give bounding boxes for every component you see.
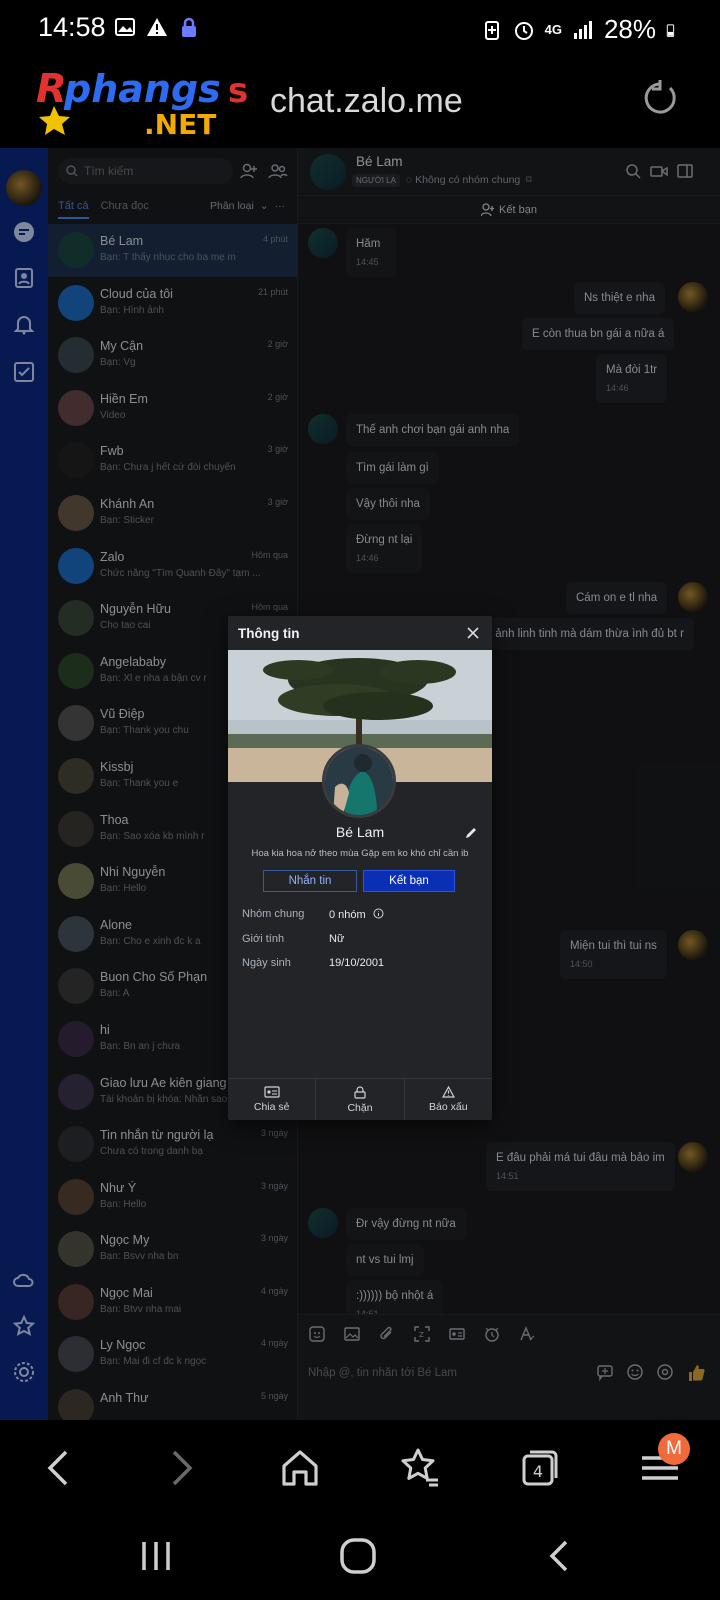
tabs-icon[interactable]: 4	[516, 1444, 564, 1492]
network-type: 4G	[544, 22, 562, 37]
site-logo: R phangs s .NET	[34, 62, 250, 141]
avatar-image	[325, 747, 393, 815]
status-left-icons	[114, 16, 200, 38]
svg-text:.NET: .NET	[144, 108, 216, 140]
recent-apps-icon[interactable]	[136, 1536, 176, 1576]
reload-icon[interactable]	[640, 78, 680, 118]
message-button[interactable]: Nhắn tin	[263, 870, 357, 892]
status-right: 4G 28%	[481, 14, 680, 45]
status-time: 14:58	[38, 12, 106, 42]
lock-icon	[182, 17, 196, 37]
report-button[interactable]: Báo xấu	[405, 1079, 492, 1120]
home-icon[interactable]	[276, 1444, 324, 1492]
browser-bottom-bar: 4	[0, 1420, 720, 1514]
info-icon[interactable]	[373, 908, 384, 919]
svg-text:R: R	[36, 66, 67, 112]
info-value-groups: 0 nhóm	[329, 908, 384, 921]
info-label-birthday: Ngày sinh	[242, 957, 291, 969]
svg-text:s: s	[228, 71, 248, 111]
modal-title: Thông tin	[238, 626, 300, 641]
warning-icon	[147, 18, 167, 36]
signal-icon	[573, 20, 592, 39]
forward-icon[interactable]	[156, 1444, 204, 1492]
bookmark-star-icon[interactable]	[396, 1444, 444, 1492]
profile-badge[interactable]: M	[658, 1433, 690, 1465]
status-bar: 14:58 4G 28%	[0, 0, 720, 58]
modal-footer: Chia sẻ Chặn Báo xấu	[228, 1078, 492, 1120]
browser-url-bar: R phangs s .NET chat.zalo.me	[0, 58, 720, 148]
info-value-birthday: 19/10/2001	[329, 957, 385, 969]
battery-percent: 28%	[603, 14, 656, 44]
edit-icon[interactable]	[464, 826, 478, 840]
zalo-app: Tất cả Chưa đọc Phân loại ⌄ ··· Bé LamBạ…	[0, 148, 720, 1420]
share-label: Chia sẻ	[253, 1101, 290, 1113]
profile-bio: Hoa kia hoa nở theo mùa Gặp em ko khó ch…	[251, 848, 469, 859]
profile-name: Bé Lam	[335, 824, 385, 840]
android-nav-bar	[0, 1514, 720, 1600]
profile-modal: Thông tin Bé Lam Hoa kia hoa nở theo mùa…	[228, 616, 492, 1120]
close-icon[interactable]	[466, 626, 480, 640]
groups-count: 0 nhóm	[329, 909, 366, 921]
battery-saver-icon	[484, 20, 499, 40]
tab-count: 4	[533, 1462, 543, 1481]
svg-text:phangs: phangs	[63, 67, 221, 111]
alarm-icon	[514, 21, 533, 40]
share-card-icon	[264, 1086, 280, 1098]
back-icon[interactable]	[36, 1444, 84, 1492]
warning-icon	[441, 1086, 455, 1098]
image-icon	[115, 18, 135, 36]
info-value-gender: Nữ	[329, 933, 345, 945]
info-label-gender: Giới tính	[242, 933, 285, 945]
block-label: Chặn	[347, 1101, 373, 1114]
block-button[interactable]: Chặn	[316, 1079, 405, 1120]
lock-icon	[354, 1085, 366, 1099]
info-label-groups: Nhóm chung	[242, 908, 305, 920]
url-text[interactable]: chat.zalo.me	[270, 82, 463, 121]
battery-icon	[666, 23, 675, 37]
share-button[interactable]: Chia sẻ	[228, 1079, 317, 1120]
profile-avatar[interactable]	[322, 744, 396, 818]
home-button-icon[interactable]	[338, 1536, 378, 1576]
back-button-icon[interactable]	[540, 1536, 580, 1576]
report-label: Báo xấu	[429, 1101, 468, 1113]
add-friend-button[interactable]: Kết bạn	[363, 870, 455, 892]
